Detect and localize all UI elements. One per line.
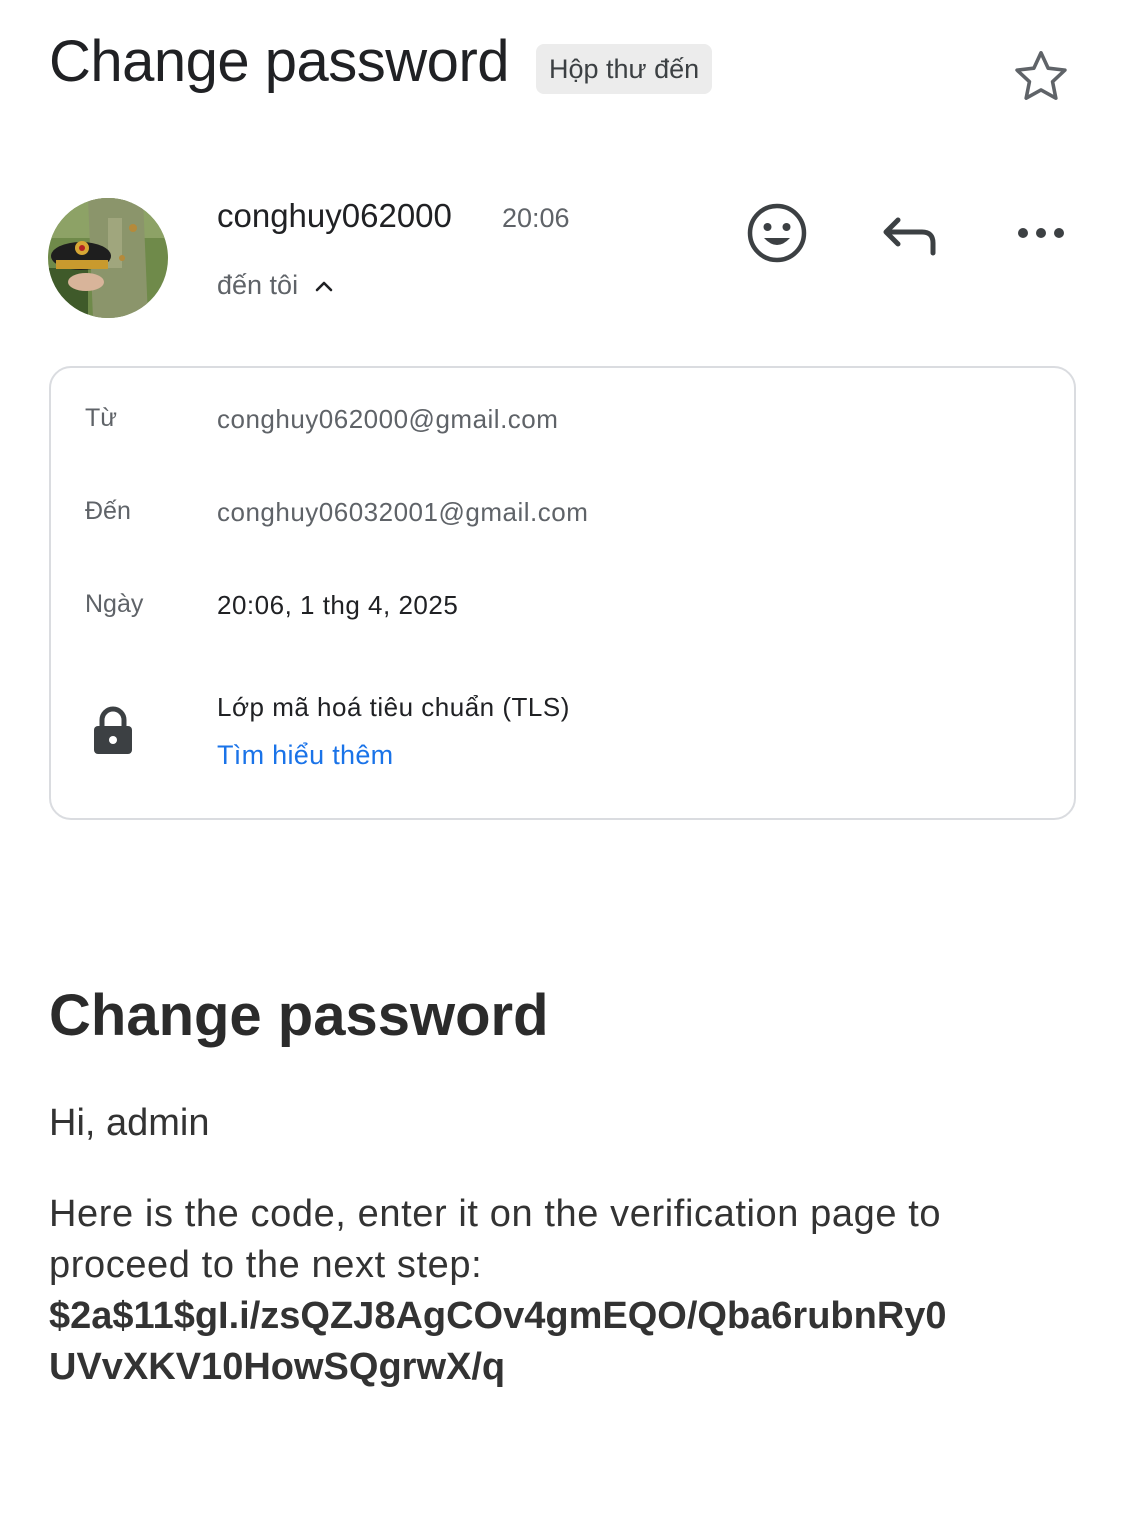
to-address[interactable]: conghuy06032001@gmail.com — [217, 497, 588, 528]
email-subject: Change password — [49, 29, 510, 94]
date-label: Ngày — [85, 590, 144, 618]
verification-code: $2a$11$gI.i/zsQZJ8AgCOv4gmEQO/Qba6rubnRy… — [49, 1295, 947, 1388]
body-heading: Change password — [49, 983, 549, 1048]
recipient-toggle[interactable]: đến tôi — [217, 270, 336, 301]
recipient-summary: đến tôi — [217, 270, 299, 300]
message-details-card: Từ conghuy062000@gmail.com Đến conghuy06… — [49, 366, 1076, 820]
chevron-up-icon — [312, 274, 336, 298]
reply-button[interactable] — [874, 198, 944, 268]
more-options-button[interactable] — [1006, 198, 1076, 268]
sender-avatar[interactable] — [48, 198, 168, 318]
learn-more-link[interactable]: Tìm hiểu thêm — [217, 740, 393, 771]
from-address[interactable]: conghuy062000@gmail.com — [217, 404, 558, 435]
star-icon[interactable] — [1008, 44, 1074, 110]
more-horizontal-icon — [1006, 228, 1076, 272]
to-label: Đến — [85, 497, 131, 525]
emoji-reaction-button[interactable] — [742, 198, 812, 268]
emoji-icon — [742, 203, 812, 272]
lock-icon — [91, 706, 135, 756]
encryption-info: Lớp mã hoá tiêu chuẩn (TLS) — [217, 692, 570, 722]
greeting-text: Hi, admin — [49, 1102, 210, 1144]
email-view: Change password Hộp thư đến conghuy06200… — [0, 0, 1125, 1515]
from-label: Từ — [85, 404, 118, 432]
date-value: 20:06, 1 thg 4, 2025 — [217, 590, 459, 620]
reply-icon — [874, 217, 944, 272]
sender-name[interactable]: conghuy062000 — [217, 197, 452, 235]
sent-time: 20:06 — [502, 203, 570, 233]
inbox-label-chip[interactable]: Hộp thư đến — [536, 44, 713, 94]
instruction-text: Here is the code, enter it on the verifi… — [49, 1193, 942, 1286]
